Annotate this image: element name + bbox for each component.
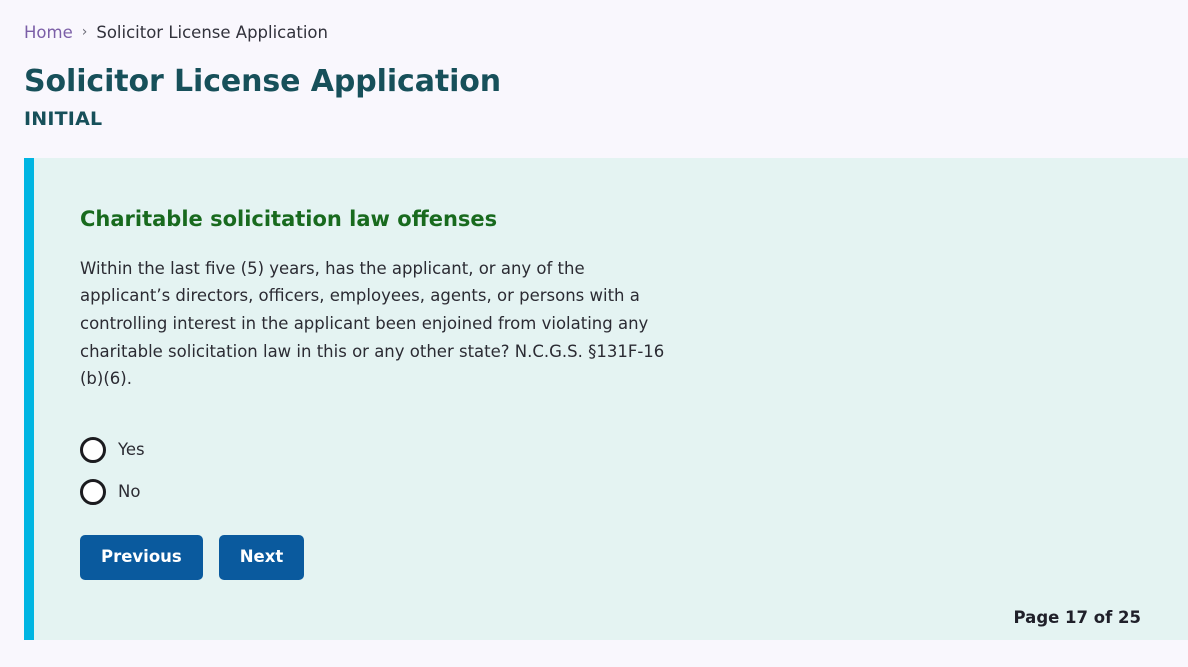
breadcrumb-current-page: Solicitor License Application <box>96 23 328 42</box>
question-heading: Charitable solicitation law offenses <box>80 207 498 232</box>
breadcrumb: Home › Solicitor License Application <box>0 0 1188 43</box>
next-button[interactable]: Next <box>218 535 305 581</box>
page-counter: Page 17 of 25 <box>1013 608 1141 628</box>
question-card: Charitable solicitation law offenses Wit… <box>24 158 1188 641</box>
question-text: Within the last five (5) years, has the … <box>80 258 665 389</box>
radio-option-yes[interactable]: Yes <box>80 437 145 464</box>
radio-label-no: No <box>118 481 141 501</box>
navigation-buttons: Previous Next <box>80 535 1148 581</box>
chevron-right-icon: › <box>81 23 88 40</box>
page-title: Solicitor License Application <box>24 63 502 99</box>
breadcrumb-link-home[interactable]: Home <box>24 23 73 43</box>
radio-label-yes: Yes <box>118 439 145 459</box>
page-header: Solicitor License Application INITIAL <box>0 43 1188 131</box>
answer-radio-group: Yes No <box>80 437 1148 506</box>
question-card-content: Charitable solicitation law offenses Wit… <box>34 158 1188 610</box>
page-subtitle: INITIAL <box>24 108 103 131</box>
radio-circle-yes-icon[interactable] <box>80 437 106 464</box>
radio-circle-no-icon[interactable] <box>80 479 106 506</box>
previous-button[interactable]: Previous <box>80 535 203 581</box>
radio-option-no[interactable]: No <box>80 479 141 506</box>
